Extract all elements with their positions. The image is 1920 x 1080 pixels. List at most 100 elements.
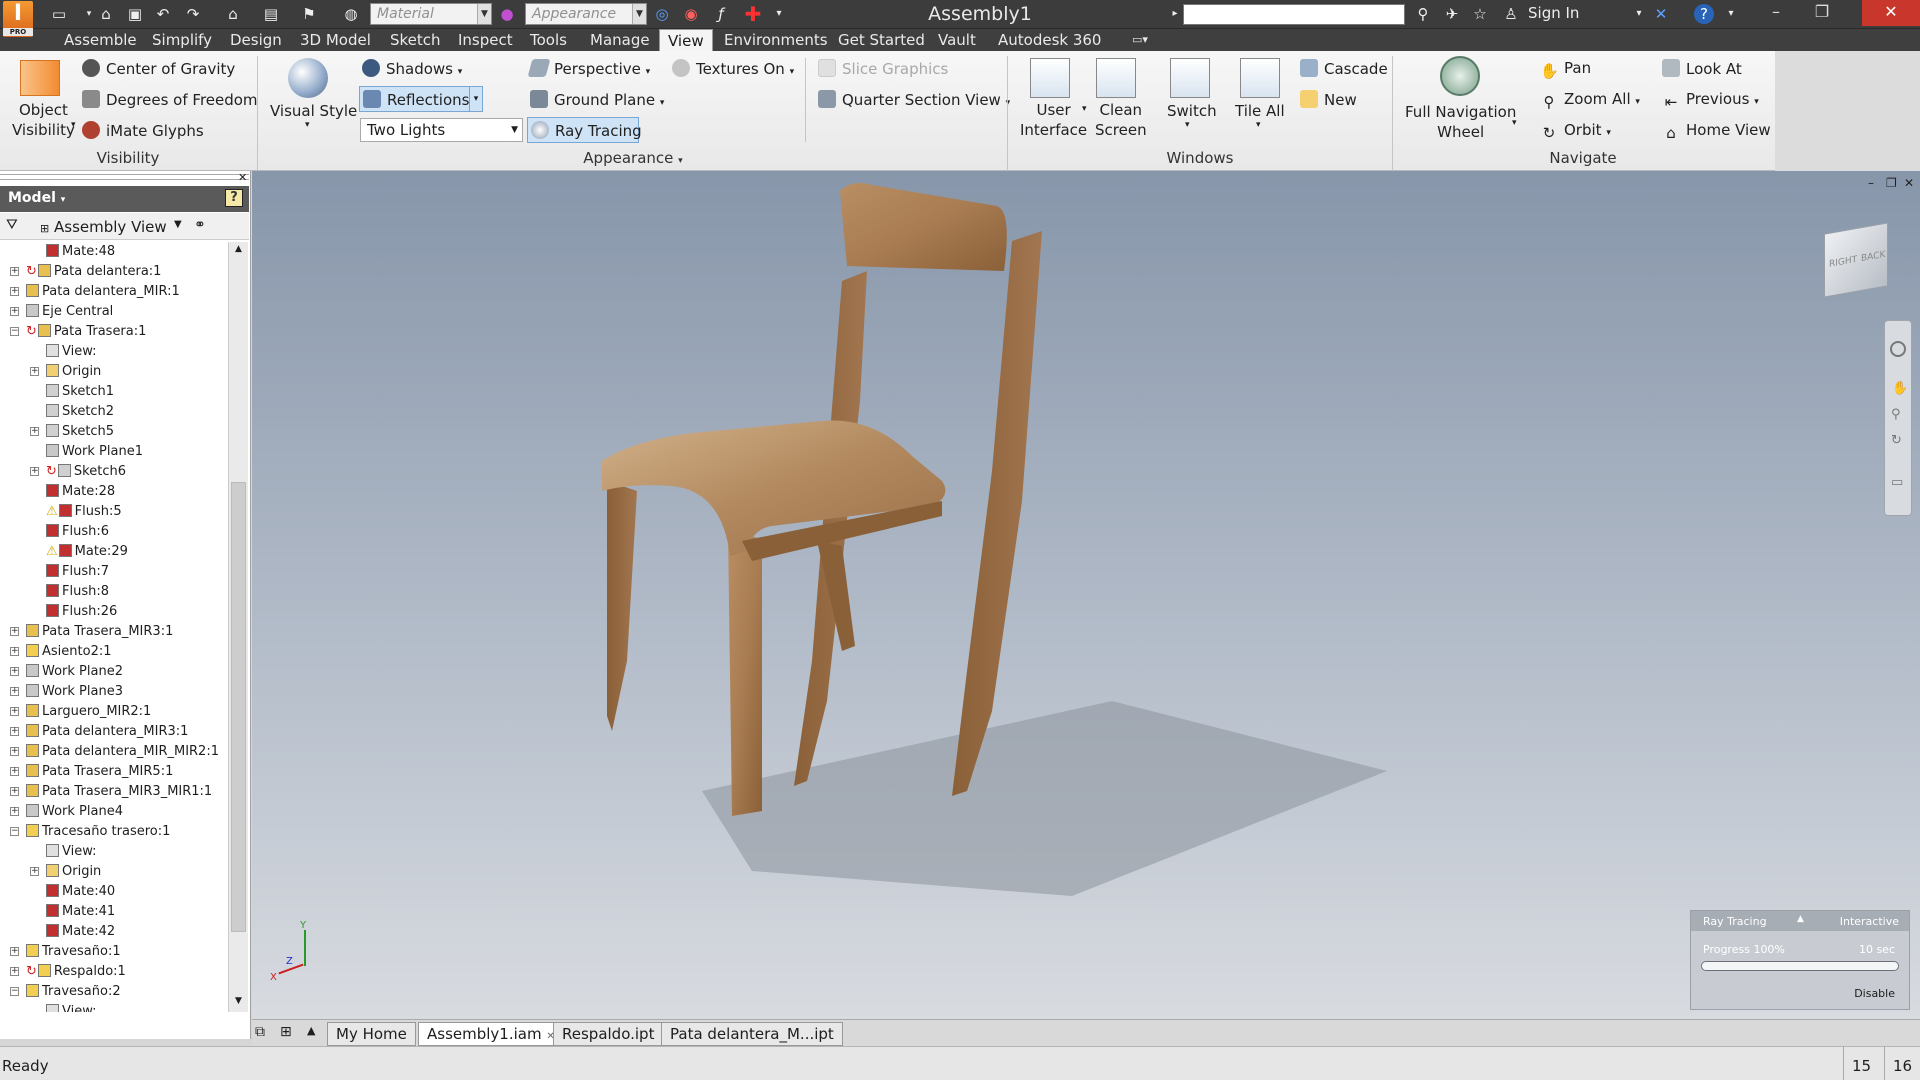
- ray-tracing-mode[interactable]: Interactive: [1840, 915, 1899, 928]
- tree-expand-toggle[interactable]: +: [10, 687, 19, 696]
- visual-style-sphere-icon[interactable]: [288, 58, 328, 98]
- tab-inspect[interactable]: Inspect: [450, 29, 521, 51]
- pan-icon[interactable]: ✋: [1892, 381, 1908, 396]
- ground-plane-button[interactable]: Ground Plane ▾: [530, 90, 664, 109]
- tree-expand-toggle[interactable]: +: [10, 807, 19, 816]
- orbit-button[interactable]: ↻ Orbit ▾: [1540, 121, 1611, 142]
- tile-all-icon[interactable]: [1240, 58, 1280, 98]
- tile-docs-icon[interactable]: ⊞: [280, 1024, 292, 1040]
- tab-simplify[interactable]: Simplify: [144, 29, 220, 51]
- chevron-down-icon[interactable]: ▾: [1185, 120, 1190, 130]
- previous-view-button[interactable]: ⇤ Previous ▾: [1662, 90, 1759, 111]
- center-of-gravity-button[interactable]: Center of Gravity: [82, 59, 235, 78]
- viewport-minimize-icon[interactable]: –: [1868, 176, 1874, 190]
- reflections-button[interactable]: Reflections: [359, 86, 483, 112]
- new-window-button[interactable]: New: [1300, 90, 1357, 109]
- home-icon[interactable]: ⌂: [222, 4, 244, 24]
- tab-autodesk-360[interactable]: Autodesk 360: [990, 29, 1109, 51]
- update-icon[interactable]: ⚑: [298, 4, 320, 24]
- clean-screen-button[interactable]: Clean Screen: [1095, 100, 1147, 140]
- browser-grip[interactable]: [0, 174, 249, 180]
- collapse-panel-icon[interactable]: ▲: [1797, 914, 1804, 924]
- tree-expand-toggle[interactable]: +: [10, 727, 19, 736]
- clear-appearance-icon[interactable]: ◉: [680, 4, 702, 24]
- full-navigation-wheel-button[interactable]: Full Navigation Wheel: [1405, 102, 1516, 142]
- chevron-down-icon[interactable]: ▾: [1512, 118, 1517, 128]
- cascade-button[interactable]: Cascade: [1300, 59, 1388, 78]
- graphics-viewport[interactable]: [252, 171, 1920, 1019]
- chevron-down-icon[interactable]: ▾: [71, 120, 76, 130]
- tree-expand-toggle[interactable]: +: [10, 747, 19, 756]
- home-view-button[interactable]: ⌂ Home View: [1662, 121, 1770, 142]
- zoom-all-button[interactable]: ⚲ Zoom All ▾: [1540, 90, 1640, 111]
- visual-style-button[interactable]: Visual Style: [270, 102, 357, 120]
- chevron-down-icon[interactable]: ▾: [1082, 104, 1087, 114]
- tree-expand-toggle[interactable]: +: [10, 627, 19, 636]
- switch-window-button[interactable]: Switch: [1167, 102, 1217, 120]
- textures-on-button[interactable]: Textures On ▾: [672, 59, 794, 78]
- close-window-button[interactable]: ✕: [1862, 0, 1920, 26]
- tree-expand-toggle[interactable]: +: [10, 647, 19, 656]
- ribbon-minimize-icon[interactable]: ▭▾: [1124, 29, 1156, 51]
- ray-tracing-button[interactable]: Ray Tracing: [527, 117, 642, 143]
- tile-all-button[interactable]: Tile All: [1235, 102, 1285, 120]
- tab-sketch[interactable]: Sketch: [382, 29, 449, 51]
- tab-3d-model[interactable]: 3D Model: [292, 29, 379, 51]
- object-visibility-button[interactable]: Object Visibility: [12, 100, 75, 140]
- communication-icon[interactable]: ✈: [1441, 4, 1463, 24]
- tab-vault[interactable]: Vault: [930, 29, 984, 51]
- scroll-thumb[interactable]: [231, 482, 246, 932]
- tab-manage[interactable]: Manage: [582, 29, 658, 51]
- doc-list-icon[interactable]: ▲: [307, 1024, 315, 1037]
- add-icon[interactable]: ✚: [742, 4, 764, 24]
- tree-expand-toggle[interactable]: +: [10, 307, 19, 316]
- tree-expand-toggle[interactable]: +: [30, 427, 39, 436]
- help-icon[interactable]: ?: [1694, 4, 1714, 24]
- view-cube-right-face[interactable]: RIGHT: [1829, 255, 1857, 270]
- tree-expand-toggle[interactable]: +: [30, 467, 39, 476]
- tree-expand-toggle[interactable]: +: [30, 367, 39, 376]
- cascade-docs-icon[interactable]: ⧉: [255, 1024, 265, 1040]
- customize-qat-icon[interactable]: ▾: [768, 4, 790, 24]
- scroll-up-icon[interactable]: ▲: [231, 244, 246, 258]
- degrees-of-freedom-button[interactable]: Degrees of Freedom: [82, 90, 258, 109]
- tree-expand-toggle[interactable]: +: [10, 287, 19, 296]
- find-binoculars-icon[interactable]: ⚭: [194, 217, 206, 233]
- shadows-button[interactable]: Shadows ▾: [362, 59, 462, 78]
- material-combo[interactable]: Material ▼: [370, 3, 492, 25]
- tab-assemble[interactable]: Assemble: [56, 29, 145, 51]
- chevron-down-icon[interactable]: ▼: [174, 219, 182, 230]
- tab-get-started[interactable]: Get Started: [830, 29, 933, 51]
- disable-ray-tracing-button[interactable]: Disable: [1854, 987, 1895, 1000]
- color-wheel-icon[interactable]: ◍: [340, 4, 362, 24]
- tree-expand-toggle[interactable]: −: [10, 827, 19, 836]
- minimize-window-button[interactable]: –: [1756, 0, 1796, 26]
- switch-window-icon[interactable]: [1170, 58, 1210, 98]
- tree-expand-toggle[interactable]: +: [10, 947, 19, 956]
- imate-glyphs-button[interactable]: iMate Glyphs: [82, 121, 204, 140]
- sign-in-link[interactable]: Sign In: [1528, 4, 1579, 22]
- tree-expand-toggle[interactable]: +: [10, 967, 19, 976]
- redo-icon[interactable]: ↷: [182, 4, 204, 24]
- assembly-view-select[interactable]: ⊞ Assembly View: [40, 218, 167, 236]
- scroll-down-icon[interactable]: ▼: [231, 996, 246, 1010]
- tree-expand-toggle[interactable]: +: [10, 767, 19, 776]
- sign-in-dropdown-icon[interactable]: ▾: [1628, 4, 1650, 24]
- tree-expand-toggle[interactable]: +: [10, 667, 19, 676]
- adjust-appearance-icon[interactable]: ◎: [651, 4, 673, 24]
- search-input[interactable]: [1183, 4, 1405, 25]
- chevron-down-icon[interactable]: ▾: [1256, 120, 1261, 130]
- view-cube-back-face[interactable]: BACK: [1861, 250, 1885, 264]
- binoculars-icon[interactable]: ⚲: [1412, 4, 1434, 24]
- restore-window-button[interactable]: ❐: [1802, 0, 1842, 26]
- tree-expand-toggle[interactable]: −: [10, 987, 19, 996]
- tab-view[interactable]: View: [659, 29, 713, 51]
- fx-icon[interactable]: ƒ: [710, 4, 732, 24]
- open-folder-icon[interactable]: ⌂: [95, 4, 117, 24]
- favorites-star-icon[interactable]: ☆: [1469, 4, 1491, 24]
- tree-expand-toggle[interactable]: +: [30, 867, 39, 876]
- filter-icon[interactable]: ⛛: [6, 217, 18, 233]
- look-at-icon[interactable]: ▭: [1891, 475, 1903, 490]
- tree-expand-toggle[interactable]: +: [10, 787, 19, 796]
- browser-title[interactable]: Model ▾: [8, 190, 65, 206]
